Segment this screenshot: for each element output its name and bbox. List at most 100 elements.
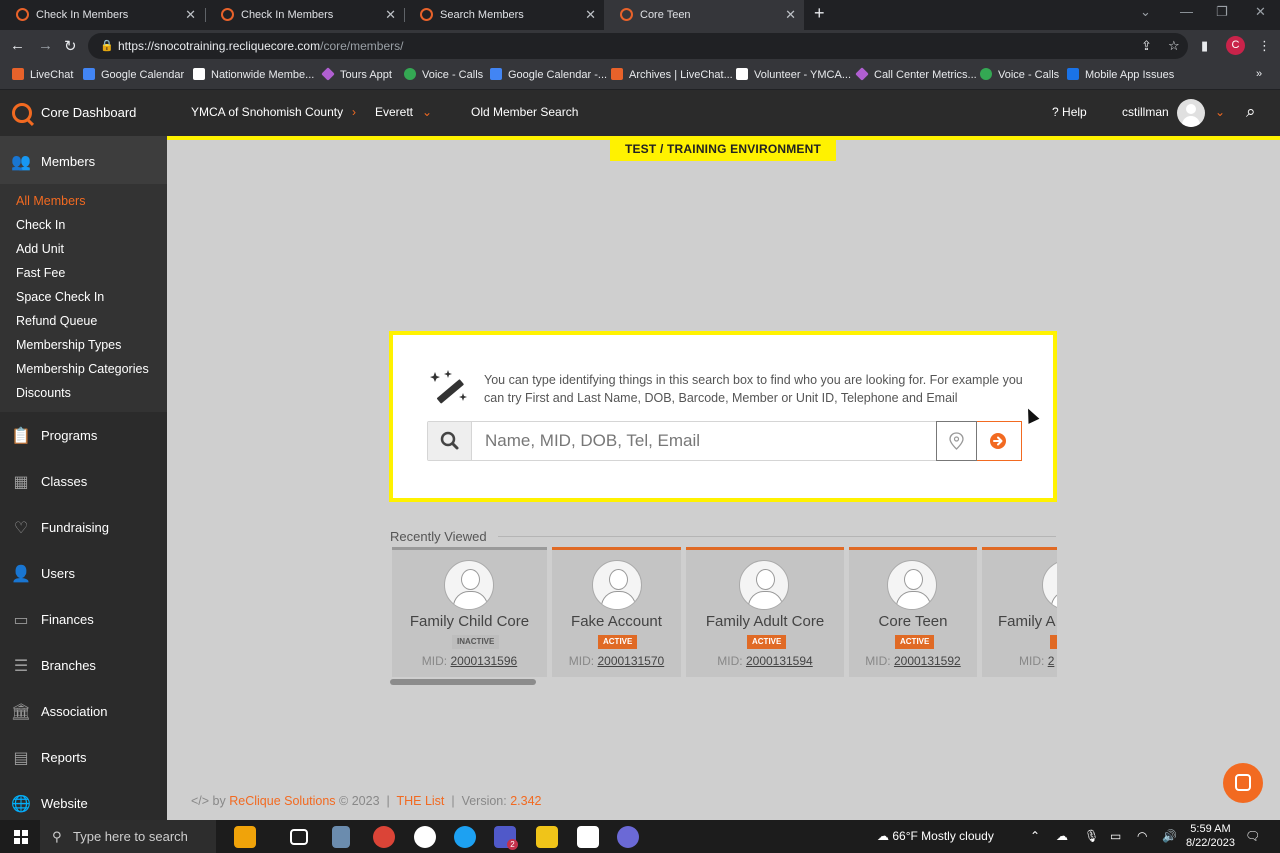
lock-icon: 🔒 bbox=[100, 40, 114, 52]
wifi-icon[interactable]: ◠ bbox=[1137, 829, 1147, 843]
close-window-icon[interactable]: ✕ bbox=[1255, 4, 1266, 20]
bookmark-item[interactable]: LiveChat bbox=[12, 68, 73, 81]
chevron-down-icon[interactable]: ⌄ bbox=[422, 105, 432, 119]
browser-tab[interactable]: Check In Members ✕ bbox=[205, 0, 404, 30]
back-arrow-icon[interactable]: ← bbox=[10, 37, 25, 54]
onedrive-icon[interactable]: ☁ bbox=[1056, 829, 1068, 843]
submenu-all-members[interactable]: All Members bbox=[16, 194, 85, 208]
submenu-membership-categories[interactable]: Membership Categories bbox=[16, 362, 149, 376]
battery-icon[interactable]: ▭ bbox=[1110, 829, 1121, 843]
notifications-icon[interactable]: 🗨 bbox=[1245, 829, 1260, 843]
submenu-discounts[interactable]: Discounts bbox=[16, 386, 71, 400]
member-card[interactable]: Core Teen ACTIVE MID: 2000131592 bbox=[849, 547, 977, 677]
the-list-link[interactable]: THE List bbox=[396, 794, 444, 808]
org-name[interactable]: YMCA of Snohomish County bbox=[191, 105, 343, 119]
browser-tab[interactable]: Check In Members ✕ bbox=[0, 0, 204, 30]
search-submit-button[interactable] bbox=[977, 421, 1022, 461]
chevron-up-icon[interactable]: ⌃ bbox=[1030, 829, 1040, 843]
bookmark-item[interactable]: Google Calendar bbox=[83, 68, 184, 81]
more-bookmarks-icon[interactable]: » bbox=[1256, 68, 1262, 80]
member-card[interactable]: Family Adult Core ACTIVE MID: 2000131594 bbox=[686, 547, 844, 677]
location-pin-icon[interactable] bbox=[936, 421, 977, 461]
file-explorer-icon[interactable] bbox=[536, 826, 558, 848]
member-id-link[interactable]: 2000131594 bbox=[746, 654, 813, 668]
restore-icon[interactable]: ❐ bbox=[1216, 4, 1228, 20]
browser-menu-icon[interactable]: ⋮ bbox=[1258, 38, 1271, 54]
new-tab-icon[interactable]: + bbox=[814, 3, 825, 24]
calculator-icon[interactable] bbox=[332, 826, 350, 848]
taskbar-search-box[interactable]: ⚲ Type here to search bbox=[40, 820, 216, 853]
share-icon[interactable]: ⇪ bbox=[1141, 38, 1152, 54]
close-tab-icon[interactable]: ✕ bbox=[785, 7, 796, 23]
close-tab-icon[interactable]: ✕ bbox=[185, 7, 196, 23]
member-card[interactable]: Family A MID: 2 bbox=[982, 547, 1057, 677]
mid-label: MID: bbox=[1019, 654, 1045, 668]
task-view-icon[interactable] bbox=[290, 829, 308, 845]
submenu-check-in[interactable]: Check In bbox=[16, 218, 65, 232]
old-member-search-link[interactable]: Old Member Search bbox=[471, 105, 578, 119]
tab-title: Search Members bbox=[440, 9, 524, 21]
member-id-link[interactable]: 2000131592 bbox=[894, 654, 961, 668]
windows-start-icon[interactable] bbox=[14, 830, 28, 844]
side-panel-icon[interactable]: ▮ bbox=[1201, 38, 1208, 54]
bookmark-item[interactable]: Call Center Metrics... bbox=[855, 67, 977, 81]
bookmark-item[interactable]: Voice - Calls bbox=[404, 68, 483, 81]
microphone-icon[interactable]: 🎙 bbox=[1084, 829, 1099, 843]
bookmark-star-icon[interactable]: ☆ bbox=[1168, 38, 1180, 54]
reload-icon[interactable]: ↻ bbox=[64, 37, 77, 55]
submenu-membership-types[interactable]: Membership Types bbox=[16, 338, 121, 352]
edge-icon[interactable] bbox=[454, 826, 476, 848]
app-icon[interactable] bbox=[414, 826, 436, 848]
user-menu-chevron-icon[interactable]: ⌄ bbox=[1215, 105, 1225, 119]
member-search-input[interactable] bbox=[473, 422, 936, 460]
tab-search-chevron-icon[interactable]: ⌄ bbox=[1140, 4, 1151, 20]
member-card[interactable]: Fake Account ACTIVE MID: 2000131570 bbox=[552, 547, 681, 677]
company-link[interactable]: ReClique Solutions bbox=[229, 794, 335, 808]
user-avatar[interactable] bbox=[1177, 99, 1205, 127]
mid-label: MID: bbox=[568, 654, 595, 668]
submenu-refund-queue[interactable]: Refund Queue bbox=[16, 314, 97, 328]
bookmark-item[interactable]: Archives | LiveChat... bbox=[611, 68, 733, 81]
help-link[interactable]: ? Help bbox=[1052, 105, 1087, 119]
submenu-space-check-in[interactable]: Space Check In bbox=[16, 290, 104, 304]
bookmark-item[interactable]: Nationwide Membe... bbox=[193, 68, 314, 81]
forward-arrow-icon[interactable]: → bbox=[38, 37, 53, 54]
bookmark-item[interactable]: Volunteer - YMCA... bbox=[736, 68, 851, 81]
submenu-fast-fee[interactable]: Fast Fee bbox=[16, 266, 65, 280]
app-title[interactable]: Core Dashboard bbox=[41, 105, 136, 120]
weather-widget[interactable]: ☁ 66°F Mostly cloudy bbox=[877, 829, 994, 843]
chat-launcher-button[interactable] bbox=[1223, 763, 1263, 803]
settings-app-icon[interactable] bbox=[617, 826, 639, 848]
browser-tab[interactable]: Search Members ✕ bbox=[404, 0, 604, 30]
submenu-add-unit[interactable]: Add Unit bbox=[16, 242, 64, 256]
member-card[interactable]: Family Child Core INACTIVE MID: 20001315… bbox=[392, 547, 547, 677]
notion-icon[interactable] bbox=[577, 826, 599, 848]
minimize-icon[interactable]: — bbox=[1180, 4, 1193, 19]
teams-icon[interactable]: 2 bbox=[494, 826, 518, 850]
recently-viewed-carousel[interactable]: Family Child Core INACTIVE MID: 20001315… bbox=[390, 547, 1057, 679]
file-folder-app-icon[interactable] bbox=[234, 826, 256, 848]
bookmark-item[interactable]: Mobile App Issues bbox=[1067, 68, 1174, 81]
volume-icon[interactable]: 🔊 bbox=[1162, 829, 1177, 843]
close-tab-icon[interactable]: ✕ bbox=[585, 7, 596, 23]
member-id-link[interactable]: 2 bbox=[1048, 654, 1055, 668]
branch-selector[interactable]: Everett bbox=[375, 105, 413, 119]
bookmark-item[interactable]: Voice - Calls bbox=[980, 68, 1059, 81]
bookmark-item[interactable]: Tours Appt bbox=[321, 67, 392, 81]
url-bar[interactable]: 🔒 https://snocotraining.recliquecore.com… bbox=[88, 33, 1188, 59]
carousel-scrollbar[interactable] bbox=[390, 679, 536, 685]
member-id-link[interactable]: 2000131570 bbox=[597, 654, 664, 668]
username[interactable]: cstillman bbox=[1122, 105, 1169, 119]
system-clock[interactable]: 5:59 AM 8/22/2023 bbox=[1186, 822, 1235, 850]
member-id-link[interactable]: 2000131596 bbox=[450, 654, 517, 668]
close-tab-icon[interactable]: ✕ bbox=[385, 7, 396, 23]
profile-avatar[interactable]: C bbox=[1226, 36, 1245, 55]
sidebar-item-members[interactable]: 👥 Members bbox=[0, 136, 167, 184]
chrome-icon[interactable] bbox=[373, 826, 395, 848]
url-host: https://snocotraining.recliquecore.com bbox=[118, 39, 321, 53]
member-name: Family Child Core bbox=[409, 613, 530, 630]
search-icon[interactable]: ⌕ bbox=[1246, 102, 1256, 122]
bookmark-item[interactable]: Google Calendar -... bbox=[490, 68, 607, 81]
reclique-logo-icon[interactable] bbox=[12, 103, 32, 123]
browser-tab-active[interactable]: Core Teen ✕ bbox=[604, 0, 804, 30]
